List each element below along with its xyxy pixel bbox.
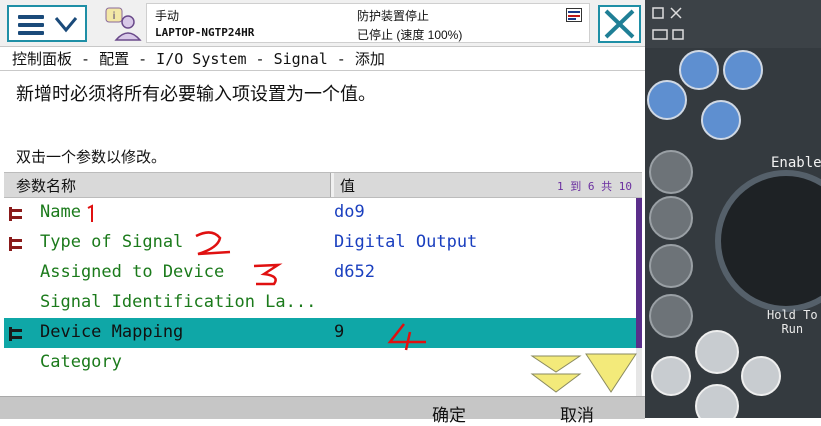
programmable-key-1[interactable] xyxy=(679,50,719,90)
table-row-selected[interactable]: Device Mapping 9 xyxy=(4,318,636,348)
param-name: Category xyxy=(40,352,122,372)
programmable-key-2[interactable] xyxy=(723,50,763,90)
extra-function-button[interactable] xyxy=(649,294,693,338)
stop-button[interactable] xyxy=(695,384,739,418)
hold-to-run-line-1: Hold To xyxy=(767,308,818,322)
safety-state: 防护装置停止 xyxy=(357,9,430,23)
annotation-mark-2 xyxy=(195,231,231,256)
run-button[interactable] xyxy=(695,330,739,374)
page-down-button[interactable] xyxy=(584,352,638,394)
close-button[interactable] xyxy=(598,5,641,43)
page-down-icon xyxy=(585,353,637,393)
step-forward-button[interactable] xyxy=(741,356,781,396)
row-count: 1 到 6 共 10 xyxy=(557,180,632,193)
programmable-key-4[interactable] xyxy=(701,100,741,140)
programmable-key-3[interactable] xyxy=(647,80,687,120)
param-value: d652 xyxy=(334,262,375,282)
bottom-button-bar: 确定 取消 xyxy=(0,396,645,425)
table-header: 参数名称 值 1 到 6 共 10 xyxy=(4,172,642,198)
row-param-icon xyxy=(9,207,22,221)
enable-label: Enable xyxy=(771,155,821,171)
annotation-mark-3 xyxy=(253,263,283,286)
info-hint-text: 双击一个参数以修改。 xyxy=(16,149,167,166)
param-name: Assigned to Device xyxy=(40,262,225,282)
step-backward-button[interactable] xyxy=(651,356,691,396)
breadcrumb: 控制面板 - 配置 - I/O System - Signal - 添加 xyxy=(0,47,645,71)
hold-to-run-label: Hold To Run xyxy=(767,308,818,336)
column-divider[interactable] xyxy=(330,173,334,197)
controller-name: LAPTOP-NGTP24HR xyxy=(155,26,255,39)
user-icon[interactable]: i xyxy=(102,6,142,42)
scroll-down-button[interactable] xyxy=(528,352,584,394)
ok-button[interactable]: 确定 xyxy=(432,401,466,426)
scroll-down-icon xyxy=(530,355,582,393)
table-row[interactable]: Signal Identification La... xyxy=(4,288,636,318)
cancel-button[interactable]: 取消 xyxy=(560,401,594,426)
status-icon[interactable] xyxy=(566,8,582,22)
param-name: Name xyxy=(40,202,81,222)
window-controls-icon[interactable] xyxy=(651,6,711,46)
close-icon xyxy=(604,9,635,39)
param-value: do9 xyxy=(334,202,365,222)
row-param-icon xyxy=(9,327,22,341)
column-header-value[interactable]: 值 xyxy=(340,175,355,196)
top-bar: i 手动 LAPTOP-NGTP24HR 防护装置停止 已停止 (速度 100%… xyxy=(0,0,645,47)
annotation-mark-4 xyxy=(387,323,426,351)
toggle-increment-button[interactable] xyxy=(649,244,693,288)
table-row[interactable]: Assigned to Device d652 xyxy=(4,258,636,288)
toggle-motion-mode-button[interactable] xyxy=(649,196,693,240)
annotation-mark-1 xyxy=(87,204,93,222)
status-panel: 手动 LAPTOP-NGTP24HR 防护装置停止 已停止 (速度 100%) xyxy=(146,3,590,43)
param-value: Digital Output xyxy=(334,232,478,252)
info-required-text: 新增时必须将所有必要输入项设置为一个值。 xyxy=(16,84,376,104)
run-state: 已停止 (速度 100%) xyxy=(357,28,463,42)
table-row[interactable]: Type of Signal Digital Output xyxy=(4,228,636,258)
hold-to-run-line-2: Run xyxy=(781,322,804,336)
param-value: 9 xyxy=(334,322,345,342)
param-name: Device Mapping xyxy=(40,322,184,342)
row-param-icon xyxy=(9,237,22,251)
scrollbar-thumb[interactable] xyxy=(636,198,642,348)
chevron-down-icon xyxy=(54,17,78,33)
param-name: Signal Identification La... xyxy=(40,292,317,312)
select-mechanical-unit-button[interactable] xyxy=(649,150,693,194)
column-header-name[interactable]: 参数名称 xyxy=(16,175,76,196)
svg-text:i: i xyxy=(113,11,116,22)
operating-mode: 手动 xyxy=(155,9,180,23)
abb-menu-button[interactable] xyxy=(7,5,87,42)
param-name: Type of Signal xyxy=(40,232,184,252)
menu-icon xyxy=(18,15,44,35)
joystick[interactable] xyxy=(715,170,821,312)
flexpendant-hardware-panel: Enable Hold To Run xyxy=(645,0,821,418)
